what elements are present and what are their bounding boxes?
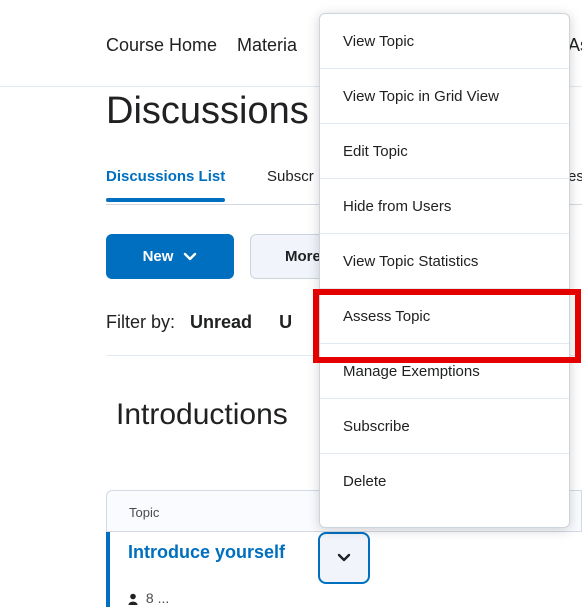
column-header-topic: Topic xyxy=(129,505,160,520)
tab-more-truncated[interactable]: es xyxy=(568,168,582,185)
menu-item-label: Delete xyxy=(343,473,387,490)
menu-item-delete[interactable]: Delete xyxy=(320,454,569,509)
menu-item-label: Manage Exemptions xyxy=(343,362,480,380)
topic-meta-text: 8 ... xyxy=(145,590,170,606)
table-row: Introduce yourself 8 ... xyxy=(106,532,582,607)
menu-item-label: Assess Topic xyxy=(343,307,431,325)
more-actions-label: More xyxy=(285,248,321,265)
filter-unapproved[interactable]: U xyxy=(279,312,292,332)
menu-item-view-topic-statistics[interactable]: View Topic Statistics xyxy=(320,234,569,289)
page: Course Home Materia As Discussions Discu… xyxy=(0,0,582,607)
filter-row: Filter by: Unread U xyxy=(106,312,292,333)
menu-item-view-topic[interactable]: View Topic xyxy=(320,14,569,69)
menu-item-manage-exemptions[interactable]: Manage Exemptions xyxy=(320,344,569,399)
nav-course-home[interactable]: Course Home xyxy=(106,35,217,56)
filter-label: Filter by: xyxy=(106,312,176,332)
chevron-down-icon xyxy=(337,553,351,563)
person-icon xyxy=(128,593,138,606)
menu-item-edit-topic[interactable]: Edit Topic xyxy=(320,124,569,179)
menu-item-subscribe[interactable]: Subscribe xyxy=(320,399,569,454)
topic-actions-button[interactable] xyxy=(318,532,370,584)
chevron-down-icon xyxy=(183,252,197,262)
menu-item-label: Subscribe xyxy=(343,417,410,435)
menu-item-view-topic-grid[interactable]: View Topic in Grid View xyxy=(320,69,569,124)
page-title: Discussions xyxy=(106,90,309,132)
nav-assessments[interactable]: As xyxy=(568,35,582,56)
topic-meta: 8 ... xyxy=(128,590,169,606)
menu-item-assess-topic[interactable]: Assess Topic xyxy=(320,289,569,344)
topic-link[interactable]: Introduce yourself xyxy=(128,542,285,563)
forum-heading: Introductions xyxy=(116,398,288,431)
menu-item-label: View Topic xyxy=(343,32,415,50)
new-button[interactable]: New xyxy=(106,234,234,279)
topic-context-menu: View Topic View Topic in Grid View Edit … xyxy=(319,13,570,528)
menu-item-label: View Topic in Grid View xyxy=(343,87,499,105)
filter-unread[interactable]: Unread xyxy=(190,312,252,332)
tab-subscriptions[interactable]: Subscr xyxy=(267,168,314,185)
menu-item-label: View Topic Statistics xyxy=(343,252,479,270)
menu-item-hide-from-users[interactable]: Hide from Users xyxy=(320,179,569,234)
menu-item-label: Edit Topic xyxy=(343,142,408,160)
nav-materials[interactable]: Materia xyxy=(237,35,297,56)
new-button-label: New xyxy=(142,248,174,265)
tab-discussions-list[interactable]: Discussions List xyxy=(106,168,226,202)
menu-item-label: Hide from Users xyxy=(343,197,452,215)
